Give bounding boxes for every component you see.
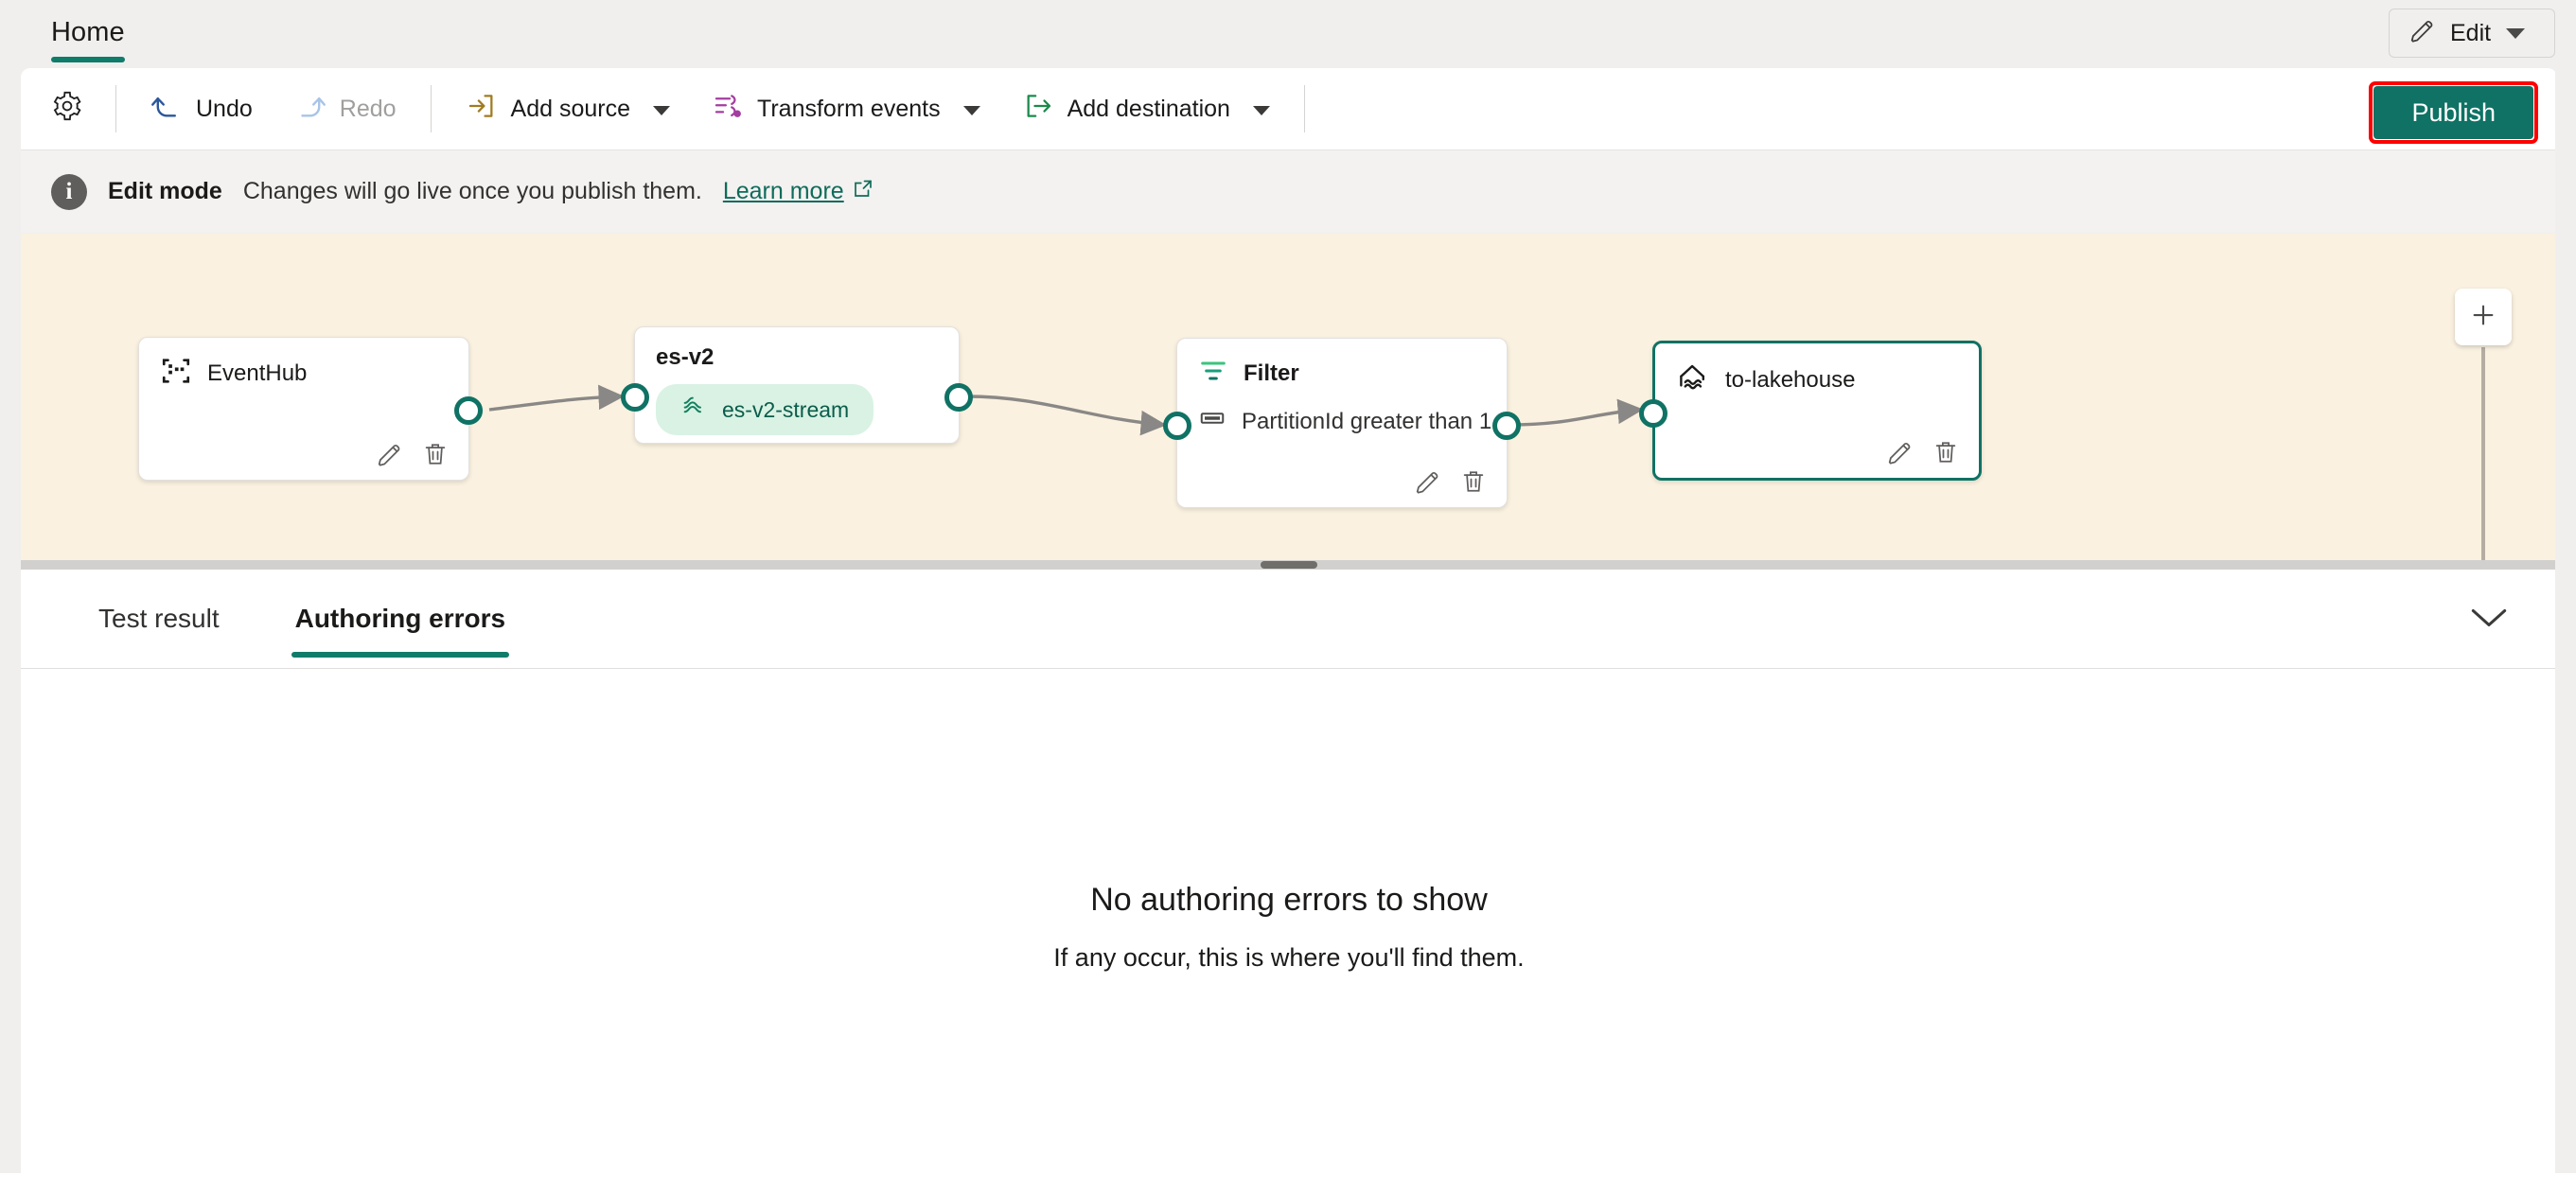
add-node-button[interactable]: [2455, 289, 2512, 345]
add-destination-button[interactable]: Add destination: [1005, 80, 1287, 137]
edit-mode-banner: i Edit mode Changes will go live once yo…: [21, 149, 2557, 233]
learn-more-link[interactable]: Learn more: [723, 177, 874, 206]
external-link-icon: [852, 177, 874, 206]
lakehouse-icon: [1676, 360, 1710, 399]
empty-state-subtitle: If any occur, this is where you'll find …: [1053, 943, 1525, 972]
toolbar-divider: [430, 85, 432, 132]
filter-condition-label: PartitionId greater than 1: [1242, 408, 1492, 434]
node-actions: [1886, 438, 1960, 466]
node-header: es-v2: [635, 327, 959, 371]
empty-state: No authoring errors to show If any occur…: [21, 882, 2557, 973]
collapse-panel-button[interactable]: [2462, 596, 2515, 643]
toolbar-divider: [1303, 85, 1305, 132]
chevron-down-icon: [653, 105, 670, 115]
node-title: EventHub: [207, 360, 308, 386]
node-actions: [376, 440, 450, 468]
tab-authoring-errors-label: Authoring errors: [294, 604, 506, 633]
add-node-rail: [2481, 347, 2485, 560]
transform-events-icon: [712, 90, 744, 129]
tab-test-result[interactable]: Test result: [78, 570, 240, 669]
plus-icon: [2469, 301, 2497, 334]
pencil-icon: [2408, 16, 2437, 51]
tab-test-result-label: Test result: [98, 604, 220, 633]
node-to-lakehouse[interactable]: to-lakehouse: [1639, 341, 1982, 481]
chevron-down-icon: [2506, 27, 2526, 39]
publish-highlight: Publish: [2369, 81, 2538, 144]
ribbon-tab-bar: Home: [0, 0, 2576, 74]
node-header: Filter: [1177, 339, 1507, 391]
stream-pill[interactable]: es-v2-stream: [656, 384, 874, 435]
info-icon: i: [51, 173, 87, 210]
settings-button[interactable]: [36, 80, 98, 137]
redo-button: Redo: [277, 80, 414, 137]
edit-button[interactable]: Edit: [2389, 9, 2555, 58]
transform-events-label: Transform events: [757, 95, 941, 122]
node-filter[interactable]: Filter PartitionId greater than 1: [1163, 338, 1521, 508]
drag-handle[interactable]: [1261, 561, 1317, 569]
pipeline-canvas[interactable]: EventHub es-v2 es-v2-stream Filter Parti…: [21, 234, 2557, 560]
eventhub-icon: [160, 355, 192, 392]
input-port[interactable]: [1639, 399, 1667, 428]
node-title: to-lakehouse: [1725, 366, 1856, 393]
add-source-label: Add source: [510, 95, 630, 122]
edit-mode-message: Changes will go live once you publish th…: [242, 178, 702, 204]
app-root: Home Edit Undo Redo Add source Transform…: [0, 0, 2576, 1194]
condition-icon: [1198, 404, 1226, 439]
input-port[interactable]: [621, 383, 649, 412]
pencil-icon[interactable]: [376, 440, 404, 468]
redo-arrow-icon: [294, 90, 326, 129]
node-header: EventHub: [139, 338, 468, 392]
output-port[interactable]: [944, 383, 973, 412]
bottom-gutter: [0, 1173, 2576, 1194]
tab-home-underline: [51, 57, 125, 62]
edit-mode-title: Edit mode: [108, 178, 222, 204]
add-destination-label: Add destination: [1067, 95, 1230, 122]
trash-icon[interactable]: [421, 440, 450, 468]
right-gutter: [2555, 0, 2576, 1194]
node-es-v2[interactable]: es-v2 es-v2-stream: [621, 326, 973, 444]
left-gutter: [0, 0, 21, 1194]
stream-pill-label: es-v2-stream: [722, 396, 850, 422]
bottom-tab-bar: Test result Authoring errors: [21, 570, 2557, 669]
pencil-icon[interactable]: [1886, 438, 1914, 466]
command-bar: Undo Redo Add source Transform events Ad…: [21, 68, 2557, 149]
add-destination-icon: [1022, 90, 1054, 129]
node-title: es-v2: [656, 344, 715, 370]
undo-button-label: Undo: [196, 95, 253, 122]
trash-icon[interactable]: [1932, 438, 1960, 466]
trash-icon[interactable]: [1459, 467, 1488, 496]
bottom-panel: Test result Authoring errors No authorin…: [21, 570, 2557, 1173]
stream-icon: [680, 394, 707, 426]
output-port[interactable]: [1492, 412, 1521, 440]
node-subtitle-row: es-v2-stream: [635, 371, 959, 435]
edit-button-label: Edit: [2450, 19, 2492, 46]
pencil-icon[interactable]: [1414, 467, 1442, 496]
empty-state-title: No authoring errors to show: [1090, 882, 1488, 918]
undo-arrow-icon: [150, 90, 183, 129]
node-actions: [1414, 467, 1488, 496]
undo-button[interactable]: Undo: [133, 80, 270, 137]
node-subtitle-row: PartitionId greater than 1: [1177, 391, 1507, 439]
output-port[interactable]: [454, 396, 483, 425]
gear-icon: [51, 90, 83, 129]
node-eventhub[interactable]: EventHub: [138, 337, 483, 481]
filter-icon: [1198, 356, 1228, 391]
panel-splitter[interactable]: [21, 560, 2557, 570]
tab-home-label: Home: [51, 17, 125, 47]
node-title: Filter: [1244, 360, 1299, 386]
tab-home[interactable]: Home: [38, 13, 138, 62]
redo-button-label: Redo: [339, 95, 397, 122]
add-source-icon: [466, 90, 498, 129]
input-port[interactable]: [1163, 412, 1191, 440]
transform-events-button[interactable]: Transform events: [695, 80, 997, 137]
node-header: to-lakehouse: [1655, 343, 1979, 399]
add-source-button[interactable]: Add source: [449, 80, 687, 137]
chevron-down-icon: [962, 105, 980, 115]
toolbar-divider: [115, 85, 116, 132]
tab-authoring-errors[interactable]: Authoring errors: [274, 570, 526, 669]
publish-button[interactable]: Publish: [2373, 86, 2533, 139]
chevron-down-icon: [1252, 105, 1270, 115]
chevron-down-icon: [2470, 606, 2508, 635]
learn-more-label: Learn more: [722, 178, 844, 204]
